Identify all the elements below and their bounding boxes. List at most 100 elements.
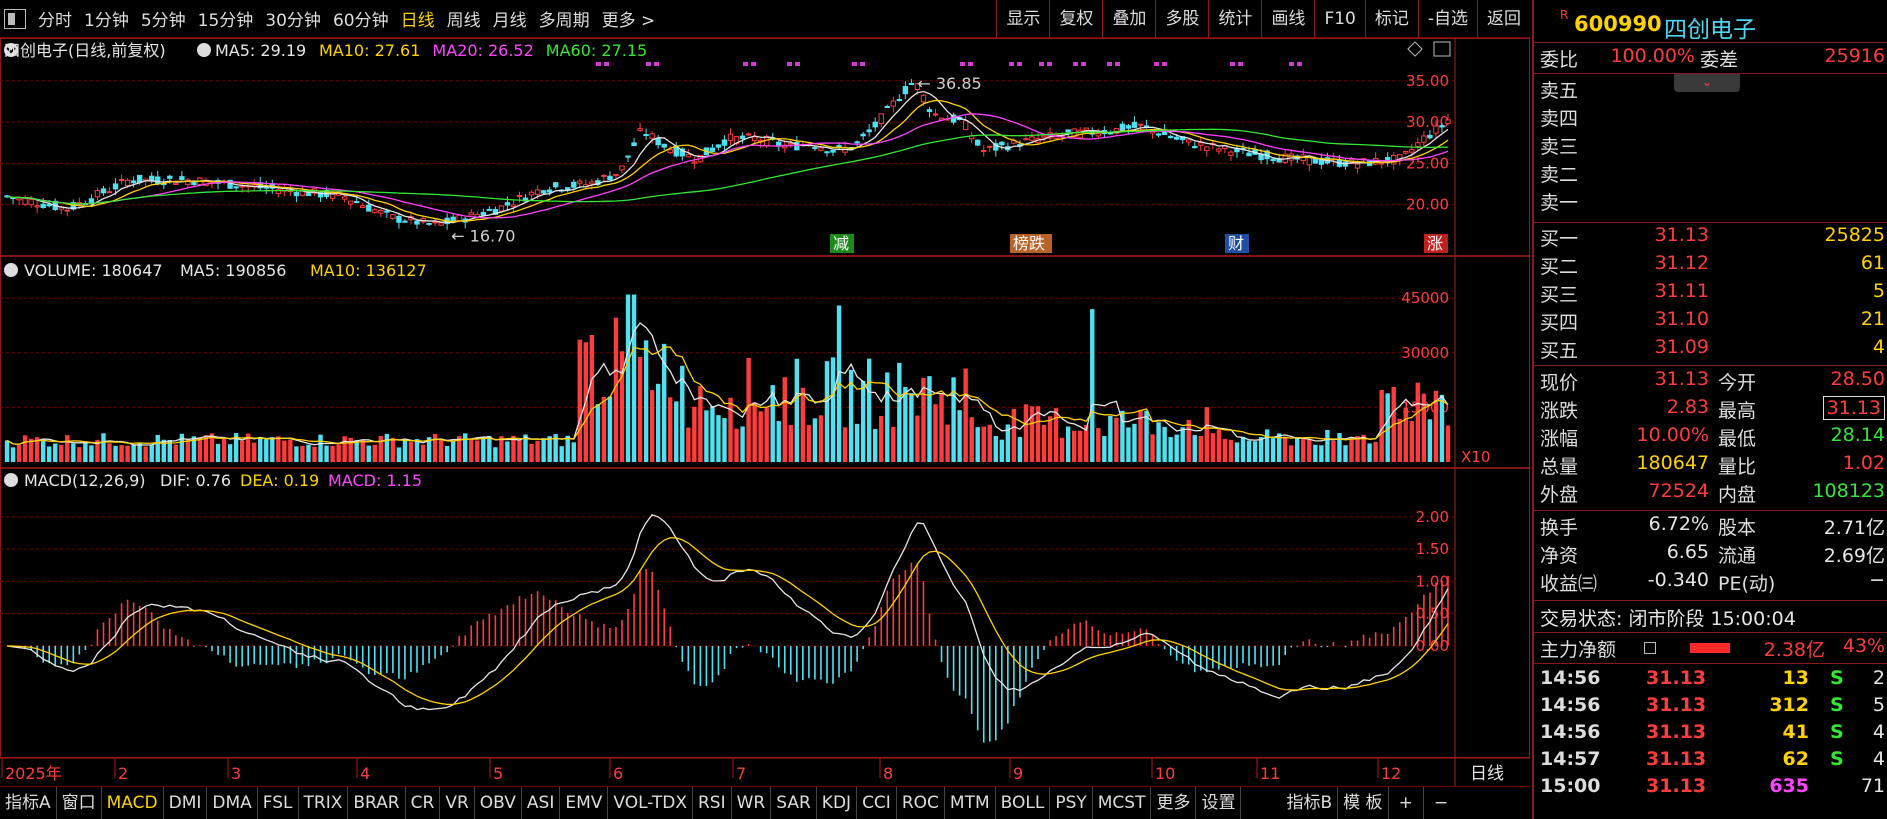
indicator-tab[interactable]: MTM: [945, 786, 996, 819]
window-button[interactable]: 窗口: [57, 786, 102, 819]
volume-bar: [1295, 437, 1300, 462]
toolbar-button[interactable]: 统计: [1208, 0, 1261, 38]
indicator-tab[interactable]: VOL-TDX: [608, 786, 693, 819]
indicator-b-button[interactable]: 指标B: [1281, 786, 1339, 819]
toolbar-button[interactable]: 显示: [996, 0, 1049, 38]
period-tab[interactable]: 周线: [441, 6, 487, 31]
indicator-tab[interactable]: TRIX: [299, 786, 349, 819]
x-axis-label: 12: [1381, 764, 1401, 783]
candle-body: [920, 94, 927, 103]
add-pane-button[interactable]: +: [1389, 786, 1424, 819]
indicator-tab[interactable]: MCST: [1093, 786, 1152, 819]
period-tab[interactable]: 5分钟: [135, 6, 192, 31]
tick-volume: 635: [1769, 775, 1809, 797]
indicator-tab[interactable]: CR: [406, 786, 441, 819]
indicator-tab[interactable]: OBV: [475, 786, 522, 819]
indicator-tab[interactable]: SAR: [771, 786, 817, 819]
kline-chart[interactable]: 35.0030.0025.0020.00← 36.85← 16.70 减榜跌财涨四…: [0, 38, 1530, 786]
tick-count: 2: [1872, 667, 1885, 689]
candle-body: [739, 135, 746, 140]
sell-order-row: 卖三: [1534, 132, 1887, 160]
stat-label: 涨跌: [1540, 400, 1579, 422]
indicator-tab[interactable]: DMA: [207, 786, 258, 819]
period-tab[interactable]: 日线: [395, 6, 441, 31]
volume-bar: [1337, 433, 1342, 462]
volume-bar: [505, 441, 510, 462]
candle-body: [1378, 162, 1385, 165]
indicator-tab[interactable]: RSI: [693, 786, 732, 819]
toolbar-button[interactable]: 标记: [1364, 0, 1418, 38]
dea-line: [6, 537, 1449, 706]
toolbar-button[interactable]: 多股: [1155, 0, 1208, 38]
volume-bar: [1065, 426, 1071, 462]
indicator-tab[interactable]: BRAR: [348, 786, 406, 819]
volume-bar: [1343, 445, 1348, 462]
sell-level-label: 卖二: [1540, 164, 1579, 186]
stat-label: 今开: [1718, 372, 1757, 394]
volume-bar: [276, 436, 281, 462]
indicator-tab[interactable]: VR: [440, 786, 475, 819]
candle-body: [88, 198, 95, 203]
sell-order-row: 卖二: [1534, 160, 1887, 188]
toolbar-button[interactable]: 返回: [1477, 0, 1530, 38]
volume-bar: [1168, 437, 1173, 462]
volume-bar: [987, 424, 992, 462]
indicator-tab[interactable]: FSL: [258, 786, 299, 819]
toolbar-button[interactable]: F10: [1314, 0, 1364, 38]
more-indicators-button[interactable]: 更多: [1151, 786, 1197, 819]
template-button[interactable]: 模 板: [1338, 786, 1389, 819]
ma-legend: MA5: 29.19: [215, 41, 306, 60]
period-tab[interactable]: 1分钟: [78, 6, 135, 31]
candle-body: [106, 191, 113, 194]
indicator-tab[interactable]: BOLL: [996, 786, 1051, 819]
toolbar-button[interactable]: 画线: [1261, 0, 1314, 38]
volume-bar: [1186, 419, 1191, 462]
indicator-tab[interactable]: CCI: [857, 786, 897, 819]
indicator-tab[interactable]: MACD: [102, 786, 164, 819]
dif-legend: DIF: 0.76: [160, 471, 231, 490]
period-tab[interactable]: 月线: [487, 6, 533, 31]
candle-body: [691, 161, 698, 164]
flow-detail-icon[interactable]: [1644, 642, 1656, 654]
volume-bar: [1090, 309, 1095, 462]
buy-price: 31.12: [1654, 252, 1709, 274]
sell-level-label: 卖四: [1540, 108, 1579, 130]
toolbar-button[interactable]: 复权: [1049, 0, 1102, 38]
toolbar-button[interactable]: -自选: [1417, 0, 1477, 38]
volume-bar: [1108, 416, 1113, 462]
period-tab[interactable]: 60分钟: [327, 6, 395, 31]
indicator-a-button[interactable]: 指标A: [0, 786, 57, 819]
stat-value: 31.13: [1822, 396, 1885, 420]
candle-body: [534, 189, 541, 195]
volume-bar: [1198, 435, 1203, 462]
period-tab[interactable]: 更多 >: [596, 6, 662, 31]
volume-bar: [812, 418, 818, 462]
stat-row: 涨幅 10.00% 最低 28.14: [1534, 424, 1887, 452]
candle-body: [1270, 158, 1276, 162]
indicator-tab[interactable]: ROC: [897, 786, 945, 819]
indicator-tab[interactable]: ASI: [522, 786, 561, 819]
settings-button[interactable]: 设置: [1196, 786, 1242, 819]
layout-toggle-icon[interactable]: [4, 8, 26, 29]
period-tab[interactable]: 多周期: [533, 6, 596, 31]
indicator-tab[interactable]: DMI: [164, 786, 208, 819]
indicator-tab[interactable]: KDJ: [817, 786, 858, 819]
toolbar-button[interactable]: 叠加: [1102, 0, 1155, 38]
period-tab[interactable]: 30分钟: [259, 6, 327, 31]
buy-price: 31.11: [1654, 280, 1709, 302]
indicator-tab[interactable]: WR: [732, 786, 772, 819]
sell-level-label: 卖五: [1540, 80, 1579, 102]
indicator-tab[interactable]: PSY: [1050, 786, 1093, 819]
volume-bar: [378, 435, 384, 462]
tick-price: 31.13: [1646, 775, 1707, 797]
indicator-tab[interactable]: EMV: [560, 786, 609, 819]
stat-value: 72524: [1648, 480, 1709, 502]
period-tab[interactable]: 分时: [32, 6, 78, 31]
volume-bar: [1264, 429, 1270, 462]
x-axis-label: 3: [231, 764, 241, 783]
remove-pane-button[interactable]: −: [1424, 787, 1458, 819]
volume-bar: [668, 397, 673, 462]
candle-body: [661, 143, 667, 148]
stock-name[interactable]: 四创电子: [1664, 10, 1756, 44]
period-tab[interactable]: 15分钟: [192, 6, 260, 31]
